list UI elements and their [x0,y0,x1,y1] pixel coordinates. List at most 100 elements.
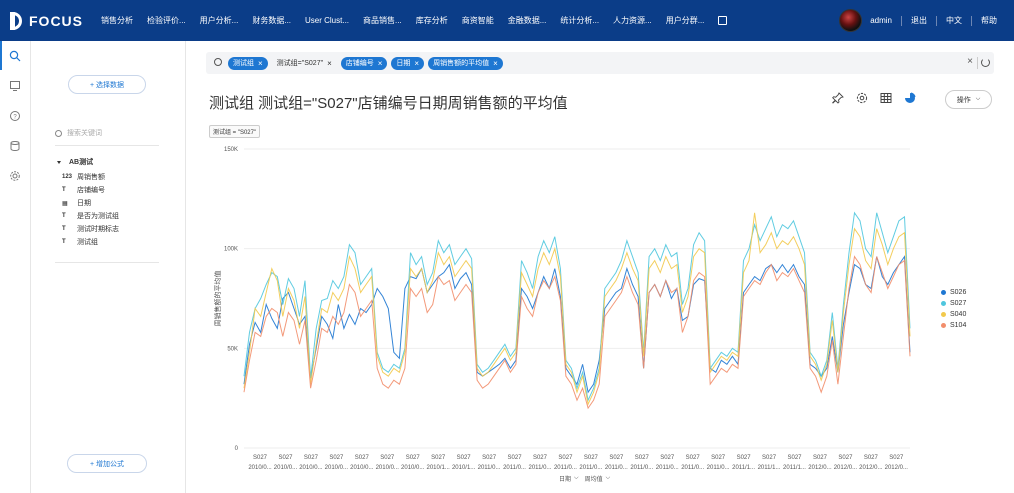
search-token[interactable]: 测试组 × [228,56,268,70]
field-item[interactable]: T 是否为测试组 [62,211,119,221]
board-icon[interactable] [9,80,21,92]
x-tick-label: S027 [737,455,752,461]
x-tick-label: S027 [660,455,675,461]
logo-mark-icon [10,12,22,30]
legend-label: S040 [950,311,967,318]
search-token[interactable]: 日期 × [391,56,425,70]
legend-swatch [941,323,946,328]
x-axis-title[interactable]: 日期 [559,474,571,483]
search-token[interactable]: 测试组="S027" × [272,57,337,70]
x-tick-label: S027 [838,455,853,461]
field-item[interactable]: T 店铺编号 [62,185,105,195]
search-token-label: 测试组 [233,60,254,67]
legend-label: S027 [950,300,967,307]
x-tick-label: S027 [635,455,650,461]
caret-down-icon [57,160,61,164]
nav-tab[interactable]: 商资智能 [462,15,494,26]
text-type-icon: T [62,239,66,245]
x-tick-label: 2010/0... [248,465,272,471]
divider [977,57,978,69]
search-token[interactable]: 店铺编号 × [340,56,388,70]
search-bar[interactable]: 测试组 × 测试组="S027" × 店铺编号 × 日期 × 周销售额的平均值 × × [206,52,994,74]
field-name: 是否为测试组 [77,213,119,220]
field-name: 测试时期标志 [77,226,119,233]
x-tick-label: 2012/0... [834,465,858,471]
table-view-icon[interactable] [880,92,892,104]
divider [901,15,902,26]
username[interactable]: admin [870,16,892,25]
nav-tab[interactable]: 金融数据... [508,15,547,26]
add-formula-button[interactable]: + 增加公式 [67,454,147,473]
keyword-search[interactable]: 搜索关键词 [55,126,173,140]
field-name: 测试组 [77,239,98,246]
x-tick-label: S027 [762,455,777,461]
x-tick-label: S027 [355,455,370,461]
gear-icon[interactable] [9,170,21,182]
remove-token-icon[interactable]: × [327,59,332,68]
period-selector[interactable]: 周均值 [585,474,603,483]
x-tick-label: S027 [380,455,395,461]
x-axis-footer: 日期 ⌵ 周均值 ⌵ [559,474,610,483]
operations-dropdown[interactable]: 操作 ⌵ [945,90,992,109]
settings-icon[interactable] [856,92,868,104]
remove-token-icon[interactable]: × [258,59,263,68]
search-token-label: 店铺编号 [345,60,374,67]
field-name: 周销售额 [77,174,105,181]
field-name: 店铺编号 [77,187,105,194]
calendar-type-icon: ▦ [62,200,68,207]
logout-link[interactable]: 退出 [911,15,927,26]
pin-icon[interactable] [832,92,844,104]
nav-tab[interactable]: 人力资源... [613,15,652,26]
legend-swatch [941,290,946,295]
nav-tab[interactable]: 用户分析... [200,15,239,26]
nav-tab[interactable]: 销售分析 [101,15,133,26]
legend-item[interactable]: S026 [941,287,966,298]
x-tick-label: S027 [584,455,599,461]
field-item[interactable]: ▦ 日期 [62,198,91,208]
legend-item[interactable]: S104 [941,320,966,331]
help-menu[interactable]: 帮助 [981,15,997,26]
nav-tab[interactable]: 检验评价... [147,15,186,26]
nav-tab[interactable]: 财务数据... [252,15,291,26]
nav-tab[interactable]: 统计分析... [560,15,599,26]
x-tick-label: 2010/1... [426,465,450,471]
refresh-icon[interactable] [981,58,990,67]
x-tick-label: 2011/0... [478,465,501,471]
field-item[interactable]: T 测试时期标志 [62,224,119,234]
chevron-down-icon[interactable]: ⌵ [574,475,579,482]
field-item[interactable]: 123 周销售额 [62,172,105,182]
filter-chip[interactable]: 测试组 = "S027" [209,125,261,138]
table-node[interactable]: AB测试 [57,157,93,167]
field-item[interactable]: T 测试组 [62,237,98,247]
legend-item[interactable]: S027 [941,298,966,309]
page-title: 测试组 测试组="S027"店铺编号日期周销售额的平均值 [209,95,568,112]
nav-tab[interactable]: 库存分析 [416,15,448,26]
pie-chart-icon[interactable] [904,92,916,104]
x-tick-label: 2011/1... [758,465,781,471]
y-tick-label: 100K [224,247,238,253]
edit-nav-icon[interactable] [718,16,728,25]
language-switch[interactable]: 中文 [946,15,962,26]
remove-token-icon[interactable]: × [414,59,419,68]
help-icon[interactable]: ? [9,110,21,122]
clear-icon[interactable]: × [967,56,973,67]
select-data-button[interactable]: + 选择数据 [68,75,146,94]
chevron-down-icon[interactable]: ⌵ [606,475,611,482]
focus-logo[interactable]: FOCUS [10,11,83,31]
nav-tab[interactable]: 商品销售... [363,15,402,26]
search-icon[interactable] [9,50,21,62]
nav-tab[interactable]: User Clust... [305,16,349,25]
database-icon[interactable] [9,140,21,152]
nav-tab[interactable]: 用户分群... [666,15,705,26]
remove-token-icon[interactable]: × [378,59,383,68]
remove-token-icon[interactable]: × [493,59,498,68]
legend-swatch [941,312,946,317]
y-axis-title: 周销售额的平均值 [213,271,222,327]
legend-item[interactable]: S040 [941,309,966,320]
avatar[interactable] [839,9,863,32]
search-token-label: 测试组="S027" [276,60,324,67]
svg-text:?: ? [13,115,17,121]
series-line-S027 [243,211,911,402]
search-token[interactable]: 周销售额的平均值 × [428,56,503,70]
x-tick-label: 2011/1... [732,465,755,471]
